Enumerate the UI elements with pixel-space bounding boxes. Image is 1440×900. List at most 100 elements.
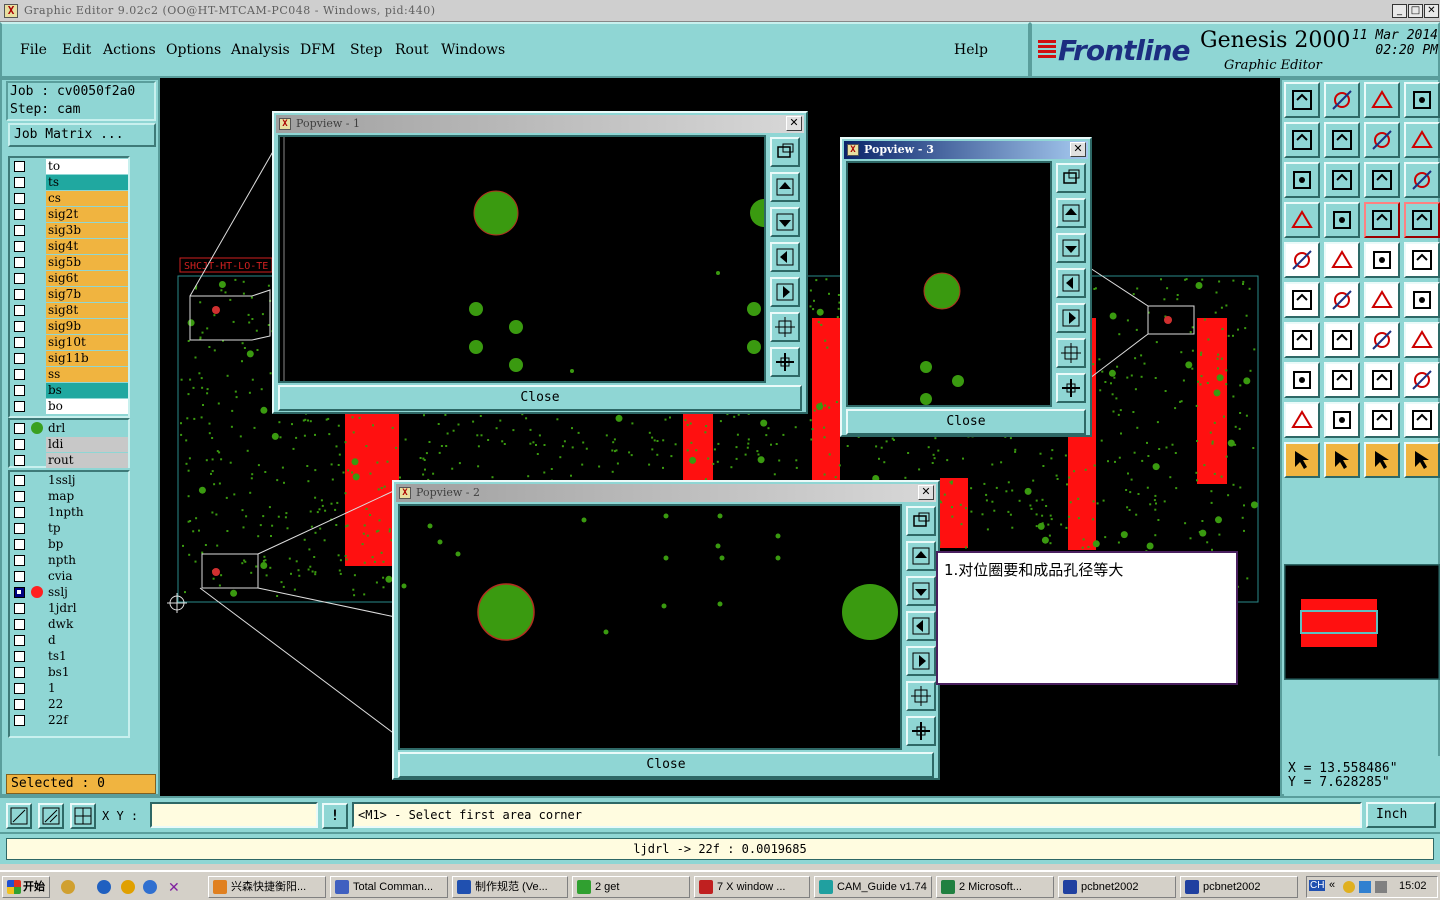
zoom-home-icon[interactable] [1324,162,1360,198]
popview-1-close-button[interactable]: Close [278,385,802,411]
layer-row[interactable]: ts [10,174,128,190]
select-arrow-icon[interactable] [1284,442,1320,478]
layer-name[interactable]: sig8t [46,303,128,318]
scale-1-2-icon[interactable] [1364,162,1400,198]
popview-2-titlebar[interactable]: X Popview - 2 ✕ [396,484,936,502]
pan-right-icon[interactable] [906,646,936,676]
zoom-in-icon[interactable] [906,716,936,746]
unit-selector[interactable]: Inch [1366,802,1436,828]
grid-toggle-icon[interactable] [1324,202,1360,238]
layer-name[interactable]: bp [46,537,128,552]
layer-checkbox[interactable] [14,571,25,582]
popview-1-close-icon[interactable]: ✕ [786,116,802,131]
exclaim-button[interactable]: ! [322,803,348,829]
layer-name[interactable]: rout [46,453,128,468]
grid-icon[interactable] [70,803,96,829]
layer-row[interactable]: sig2t [10,206,128,222]
arch-icon[interactable] [1364,402,1400,438]
layer-checkbox[interactable] [14,273,25,284]
layer-checkbox[interactable] [14,193,25,204]
outline-icon[interactable] [1404,402,1440,438]
layer-checkbox[interactable] [14,523,25,534]
layer-row[interactable]: 1 [10,680,128,696]
open-job-icon[interactable] [1284,82,1320,118]
layer-row[interactable]: sig7b [10,286,128,302]
network-icon[interactable] [1359,881,1371,893]
popview-1-window[interactable]: X Popview - 1 ✕ Close [272,111,808,414]
group-icon[interactable] [1404,362,1440,398]
popview-3-close-icon[interactable]: ✕ [1070,142,1086,157]
zoom-out-icon[interactable] [770,312,800,342]
layer-row[interactable]: sig8t [10,302,128,318]
volume-icon[interactable] [1375,881,1387,893]
layer-row[interactable]: 22f [10,712,128,728]
arc-icon[interactable] [1364,282,1400,318]
taskbar-task[interactable]: pcbnet2002 [1058,876,1176,898]
pan-down-icon[interactable] [770,207,800,237]
layer-name[interactable]: 1sslj [46,473,128,488]
step-panel-icon[interactable] [1364,82,1400,118]
layer-name[interactable]: cs [46,191,128,206]
layer-name[interactable]: ts [46,175,128,190]
menu-edit[interactable]: Edit [62,42,91,58]
layer-checkbox[interactable] [14,715,25,726]
layer-name[interactable]: sig10t [46,335,128,350]
taskbar-task[interactable]: pcbnet2002 [1180,876,1298,898]
layer-name[interactable]: sig11b [46,351,128,366]
layer-checkbox[interactable] [14,209,25,220]
layer-row[interactable]: sig4t [10,238,128,254]
layer-name[interactable]: bs1 [46,665,128,680]
route-tool-icon[interactable] [1284,202,1320,238]
layer-checkbox[interactable] [14,683,25,694]
layer-name[interactable]: 1jdrl [46,601,128,616]
layer-checkbox[interactable] [14,651,25,662]
layer-checkbox[interactable] [14,257,25,268]
layer-name[interactable]: dwk [46,617,128,632]
layer-name[interactable]: sig9b [46,319,128,334]
layer-name[interactable]: 1 [46,681,128,696]
layer-row[interactable]: sig3b [10,222,128,238]
snap-pad-icon[interactable] [1404,242,1440,278]
rotate-icon[interactable] [1404,122,1440,158]
redo-arc-icon[interactable] [1364,322,1400,358]
layer-name[interactable]: bs [46,383,128,398]
layer-row[interactable]: dwk [10,616,128,632]
angle-icon[interactable] [1284,322,1320,358]
taskbar-task[interactable]: 7 X window ... [694,876,810,898]
overview-map[interactable] [1284,564,1440,680]
measure-box-icon[interactable] [1364,362,1400,398]
pan-up-icon[interactable] [770,172,800,202]
layer-name[interactable]: sig5b [46,255,128,270]
zoom-in-icon[interactable] [770,347,800,377]
layer-name[interactable]: sig6t [46,271,128,286]
minimize-button[interactable]: _ [1392,4,1407,18]
layer-checkbox[interactable] [14,161,25,172]
layer-checkbox[interactable] [14,305,25,316]
zoom-window-icon[interactable] [1056,163,1086,193]
layer-checkbox[interactable] [14,369,25,380]
triangle-icon[interactable] [1284,402,1320,438]
ime-indicator[interactable]: CH [1309,880,1326,891]
layer-checkbox[interactable] [14,439,25,450]
layer-row[interactable]: 1npth [10,504,128,520]
zoom-out-icon[interactable] [1056,338,1086,368]
layer-name[interactable]: ss [46,367,128,382]
layer-name[interactable]: ts1 [46,649,128,664]
layer-name[interactable]: 22f [46,713,128,728]
layer-row[interactable]: 1jdrl [10,600,128,616]
layer-name[interactable]: sslj [46,585,128,600]
popview-2-viewport[interactable] [398,504,902,750]
flip-icon[interactable] [1364,122,1400,158]
menu-help[interactable]: Help [954,42,988,58]
ruler-icon[interactable] [1364,242,1400,278]
layer-name[interactable]: map [46,489,128,504]
layer-checkbox[interactable] [14,587,25,598]
layer-row[interactable]: cs [10,190,128,206]
maximize-button[interactable]: □ [1408,4,1423,18]
select-lasso-icon[interactable] [1364,442,1400,478]
taskbar-task[interactable]: CAM_Guide v1.74 [814,876,932,898]
layer-name[interactable]: bo [46,399,128,414]
menu-analysis[interactable]: Analysis [231,42,290,58]
pan-right-icon[interactable] [1056,303,1086,333]
layer-name[interactable]: d [46,633,128,648]
